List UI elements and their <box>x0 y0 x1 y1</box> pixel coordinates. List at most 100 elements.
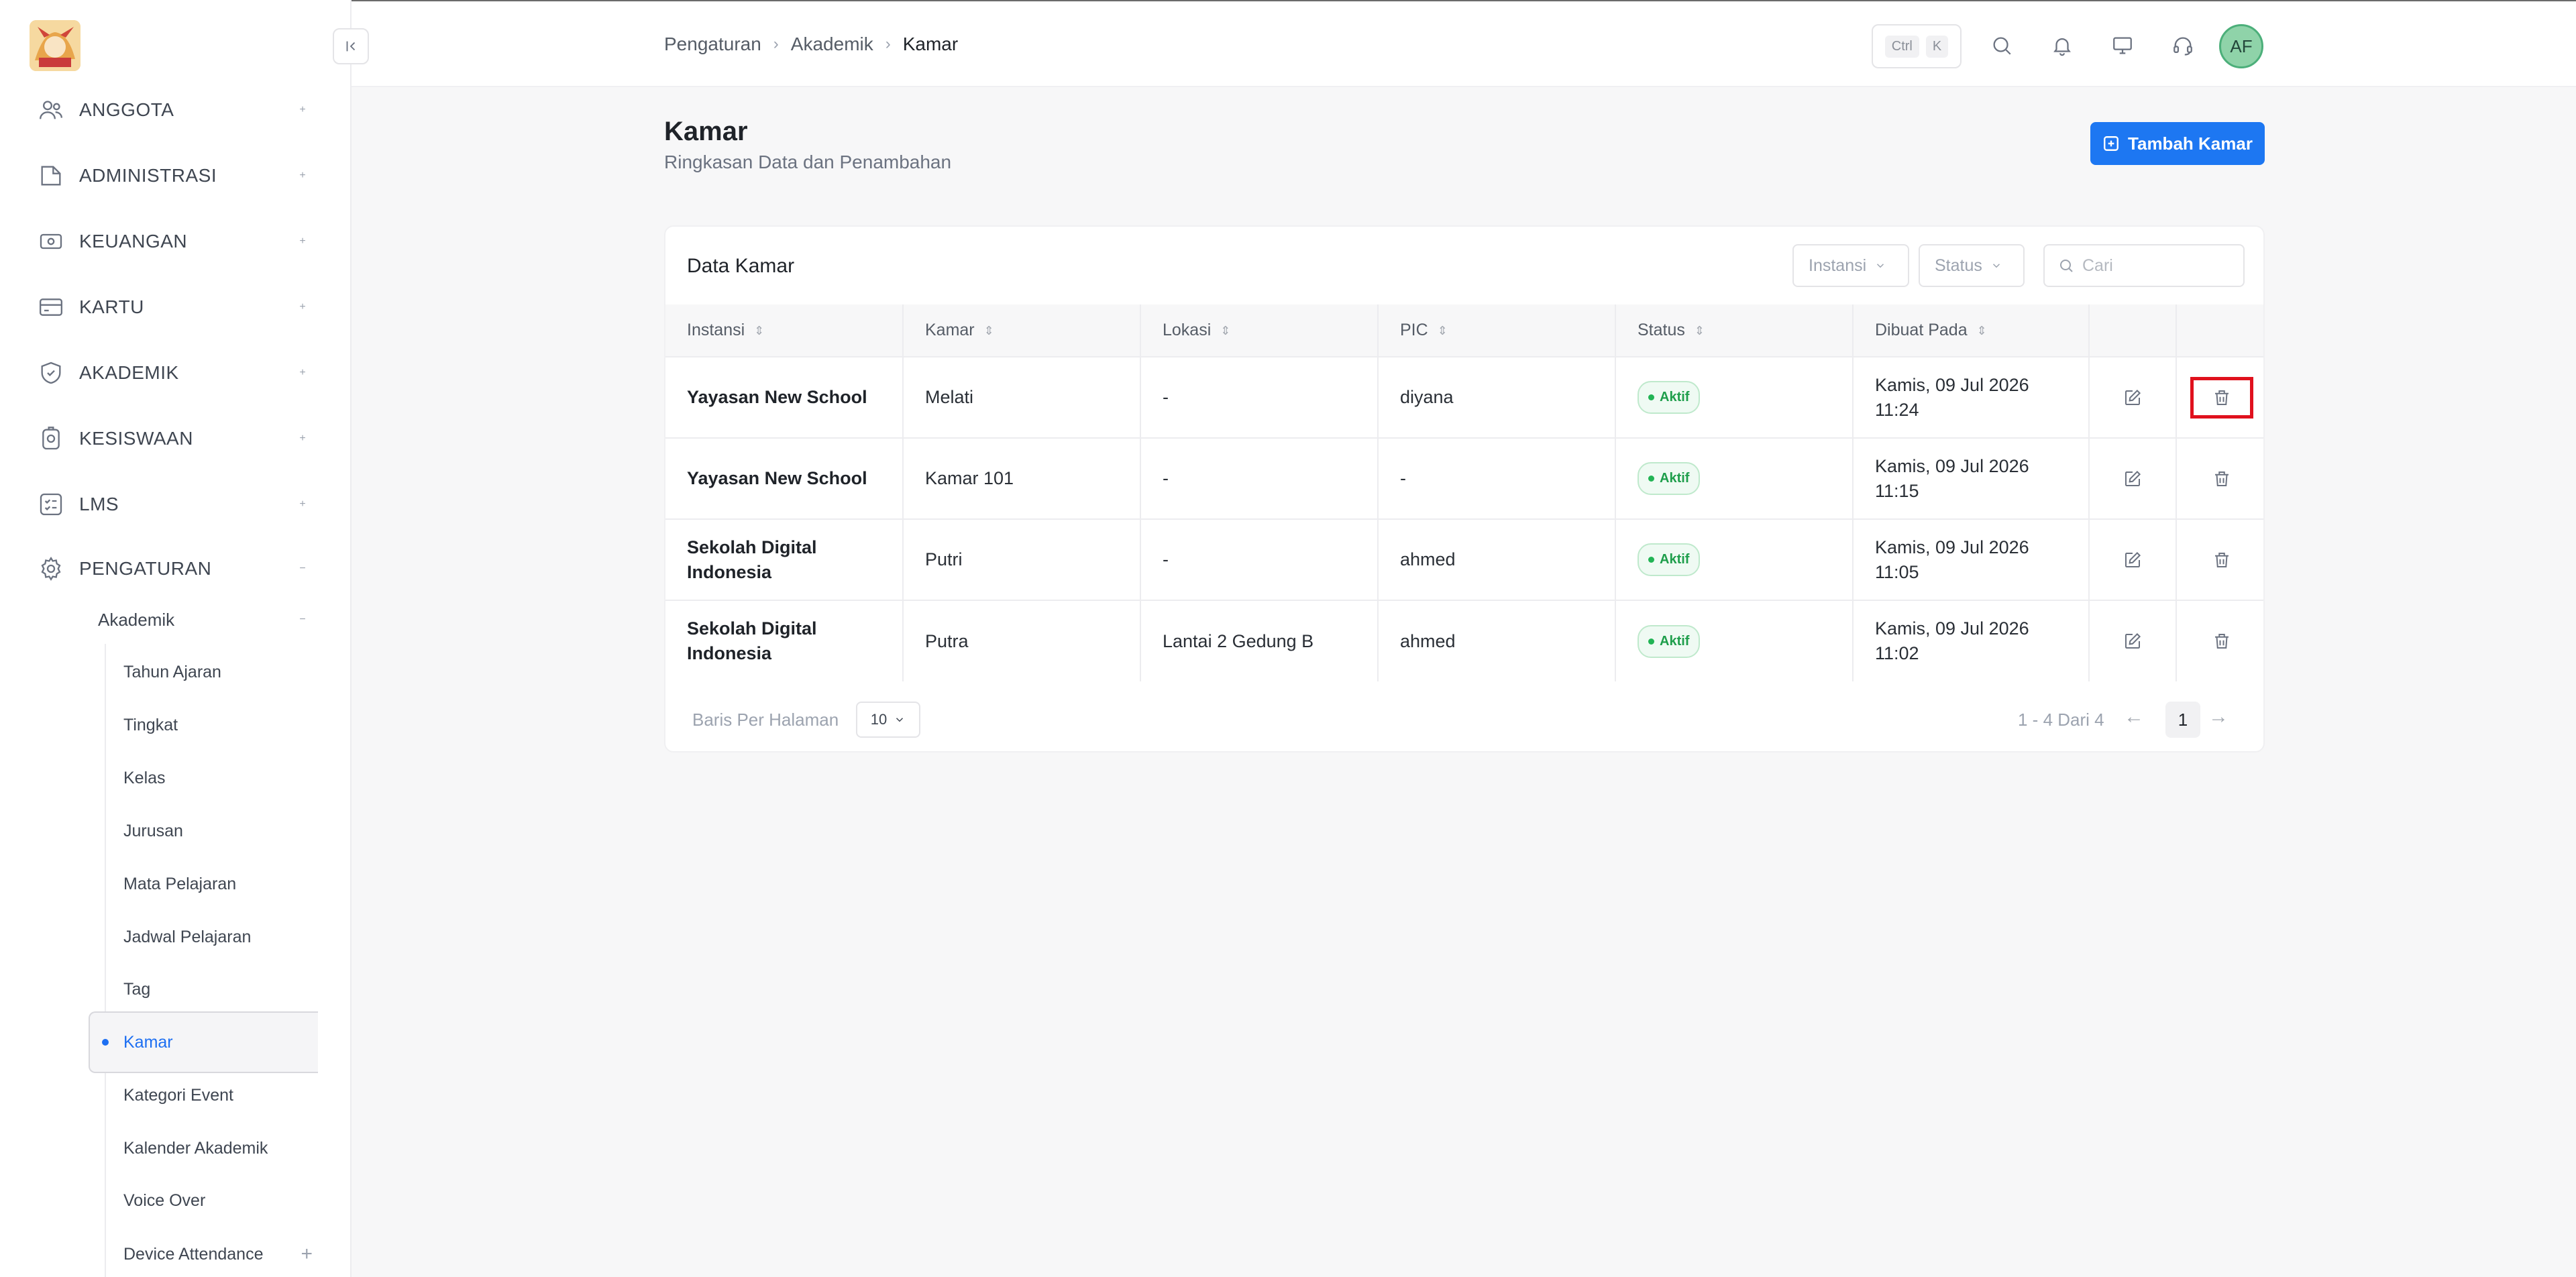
next-page-arrow-icon[interactable]: → <box>2208 706 2229 728</box>
sidebar-collapse-button[interactable] <box>333 28 369 64</box>
cell-pic: diyana <box>1378 356 1616 438</box>
prev-page-arrow-icon[interactable]: ← <box>2124 706 2144 728</box>
column-label: Instansi <box>687 321 745 339</box>
monitor-icon[interactable] <box>2108 31 2137 60</box>
expand-icon[interactable]: + <box>292 494 313 514</box>
trash-icon[interactable] <box>2190 620 2253 662</box>
sidebar-item-tag[interactable]: Tag <box>123 970 311 1008</box>
nav-group-label: KEUANGAN <box>79 231 188 252</box>
pagination-range: 1 - 4 Dari 4 <box>2018 710 2104 730</box>
sidebar-item-mata-pelajaran[interactable]: Mata Pelajaran <box>123 865 311 903</box>
edit-icon[interactable] <box>2101 539 2164 581</box>
nav-group-administrasi[interactable]: ADMINISTRASI + <box>38 156 313 196</box>
trash-icon[interactable] <box>2190 458 2253 500</box>
expand-icon[interactable]: + <box>301 1243 313 1266</box>
command-palette-shortcut[interactable]: Ctrl K <box>1872 24 1962 68</box>
filter-label: Instansi <box>1809 256 1867 275</box>
search-box[interactable] <box>2043 244 2245 287</box>
time-line: 11:02 <box>1875 643 1919 663</box>
nav-sub-label: Akademik <box>98 609 175 630</box>
cell-delete <box>2176 437 2263 519</box>
column-label: Lokasi <box>1163 321 1212 339</box>
edit-icon[interactable] <box>2101 377 2164 419</box>
nav-group-kesiswaan[interactable]: KESISWAAN + <box>38 419 313 459</box>
status-badge: Aktif <box>1638 624 1701 658</box>
expand-icon[interactable]: + <box>292 297 313 317</box>
sort-icon: ⇕ <box>1437 323 1448 337</box>
sidebar-item-kalender-akademik[interactable]: Kalender Akademik <box>123 1129 311 1167</box>
trash-icon[interactable] <box>2190 376 2253 419</box>
page-number[interactable]: 1 <box>2165 702 2200 738</box>
breadcrumb-item[interactable]: Pengaturan <box>664 34 761 55</box>
cell-pic: ahmed <box>1378 600 1616 681</box>
date-line: Kamis, 09 Jul 2026 <box>1875 537 2029 557</box>
column-header-pic[interactable]: PIC ⇕ <box>1378 304 1616 357</box>
table-row: Yayasan New School Kamar 101 - - Aktif K… <box>665 437 2263 519</box>
sidebar-item-device-attendance[interactable]: Device Attendance + <box>123 1235 313 1273</box>
sidebar-item-jadwal-pelajaran[interactable]: Jadwal Pelajaran <box>123 918 311 956</box>
expand-icon[interactable]: + <box>292 166 313 186</box>
cell-pic: ahmed <box>1378 518 1616 600</box>
instansi-line: Sekolah Digital <box>687 618 817 638</box>
nav-group-kartu[interactable]: KARTU + <box>38 287 313 327</box>
expand-icon[interactable]: + <box>292 100 313 120</box>
sidebar: ANGGOTA + ADMINISTRASI + KEUANGAN + KART… <box>0 0 352 1277</box>
expand-icon[interactable]: + <box>292 231 313 252</box>
sidebar-item-tingkat[interactable]: Tingkat <box>123 706 311 744</box>
rows-per-page-select[interactable]: 10 <box>856 702 920 738</box>
sort-icon: ⇕ <box>754 323 765 337</box>
expand-icon[interactable]: + <box>292 429 313 449</box>
nav-group-pengaturan[interactable]: PENGATURAN − <box>38 549 313 589</box>
status-dot <box>1648 476 1654 482</box>
collapse-icon[interactable]: − <box>292 559 313 579</box>
nav-group-keuangan[interactable]: KEUANGAN + <box>38 221 313 262</box>
sidebar-item-tahun-ajaran[interactable]: Tahun Ajaran <box>123 653 311 691</box>
headset-icon[interactable] <box>2168 31 2198 60</box>
search-input[interactable] <box>2082 256 2230 276</box>
sidebar-item-voice-over[interactable]: Voice Over <box>123 1182 311 1219</box>
expand-icon[interactable]: + <box>292 363 313 383</box>
column-header-kamar[interactable]: Kamar ⇕ <box>903 304 1141 357</box>
bell-icon[interactable] <box>2047 31 2077 60</box>
table-row: Sekolah Digital Indonesia Putra Lantai 2 … <box>665 600 2263 681</box>
column-label: Status <box>1638 321 1685 339</box>
edit-icon[interactable] <box>2101 458 2164 500</box>
column-header-dibuat-pada[interactable]: Dibuat Pada ⇕ <box>1853 304 2090 357</box>
trash-icon[interactable] <box>2190 539 2253 581</box>
column-header-instansi[interactable]: Instansi ⇕ <box>665 304 904 357</box>
collapse-icon[interactable]: − <box>292 610 313 630</box>
kbd-key: K <box>1925 35 1949 58</box>
nav-sub-akademik[interactable]: Akademik − <box>98 601 313 638</box>
sidebar-item-jurusan[interactable]: Jurusan <box>123 812 311 850</box>
app-logo[interactable] <box>30 20 80 71</box>
instansi-line: Sekolah Digital <box>687 537 817 557</box>
add-room-button-label: Tambah Kamar <box>2128 133 2253 154</box>
column-header-lokasi[interactable]: Lokasi ⇕ <box>1140 304 1379 357</box>
column-header-delete <box>2176 304 2263 357</box>
nav-group-label: KARTU <box>79 296 144 317</box>
status-dot <box>1648 557 1654 563</box>
edit-icon[interactable] <box>2101 620 2164 662</box>
filter-instansi[interactable]: Instansi <box>1792 244 1909 287</box>
nav-group-akademik[interactable]: AKADEMIK + <box>38 353 313 393</box>
breadcrumb: Pengaturan › Akademik › Kamar <box>664 34 958 55</box>
nav-group-lms[interactable]: LMS + <box>38 484 313 524</box>
breadcrumb-item[interactable]: Akademik <box>791 34 873 55</box>
cell-delete <box>2176 356 2263 438</box>
chevron-right-icon: › <box>885 35 891 53</box>
nav-group-label: AKADEMIK <box>79 362 179 383</box>
search-icon[interactable] <box>1987 31 2017 60</box>
date-line: Kamis, 09 Jul 2026 <box>1875 618 2029 638</box>
avatar[interactable]: AF <box>2219 24 2263 68</box>
sidebar-item-kamar[interactable]: Kamar <box>89 1011 318 1073</box>
cell-kamar: Kamar 101 <box>903 437 1141 519</box>
instansi-line: Indonesia <box>687 561 772 582</box>
filter-status[interactable]: Status <box>1919 244 2025 287</box>
date-line: Kamis, 09 Jul 2026 <box>1875 374 2029 395</box>
nav-group-anggota[interactable]: ANGGOTA + <box>38 90 313 130</box>
sidebar-item-kelas[interactable]: Kelas <box>123 759 311 797</box>
column-header-status[interactable]: Status ⇕ <box>1615 304 1854 357</box>
sidebar-item-kategori-event[interactable]: Kategori Event <box>123 1076 311 1114</box>
cell-status: Aktif <box>1615 437 1854 519</box>
add-room-button[interactable]: Tambah Kamar <box>2090 122 2265 165</box>
